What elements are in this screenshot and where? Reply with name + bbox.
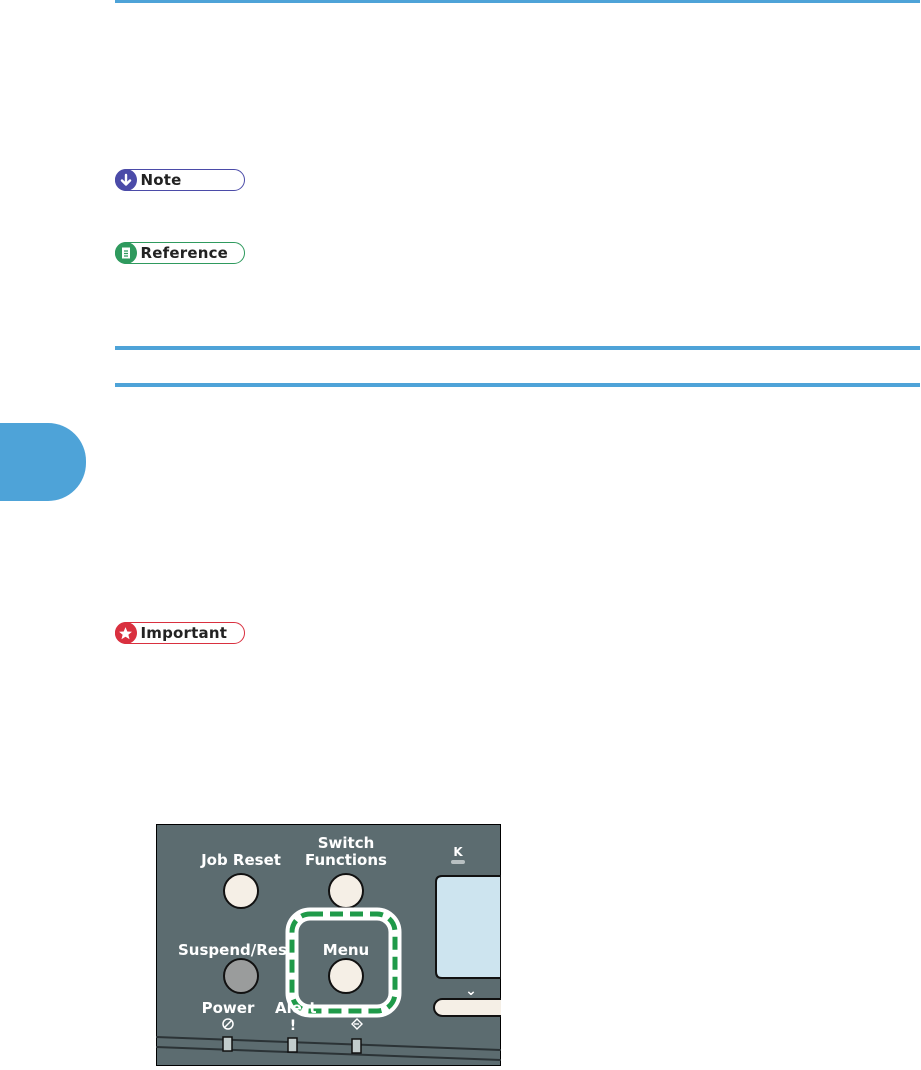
power-indicator [222,1036,233,1052]
display-screen [435,875,501,979]
functions-label: Functions [305,851,387,869]
chapter-tab [0,423,86,501]
section-rule-lower [115,383,920,387]
important-badge: Important [114,622,245,644]
data-in-indicator [351,1038,362,1054]
alert-icon: ! [290,1018,296,1034]
note-badge: Note [114,169,245,191]
star-icon [114,622,137,644]
section-rule-upper [115,346,920,350]
job-reset-button[interactable] [223,873,259,909]
top-rule [115,0,920,3]
job-reset-label: Job Reset [200,851,281,869]
menu-button[interactable] [328,958,364,994]
arrow-down-icon [114,169,137,191]
control-panel-illustration: Job Reset Switch Functions K Suspend/Res… [156,824,501,1066]
power-label: Power [202,999,255,1017]
menu-label: Menu [323,941,369,959]
alert-label: Alert [275,999,317,1017]
switch-functions-button[interactable] [328,873,364,909]
alert-indicator [287,1037,298,1053]
document-icon [114,242,137,264]
suspend-resume-button[interactable] [223,958,259,994]
switch-label: Switch [318,834,375,852]
k-label: K [453,845,463,859]
important-label: Important [140,624,228,642]
reference-badge: Reference [114,242,245,264]
reference-label: Reference [140,244,229,262]
note-label: Note [140,171,182,189]
scroll-button[interactable] [433,998,501,1017]
scroll-down-icon: ⌄ [465,983,477,999]
